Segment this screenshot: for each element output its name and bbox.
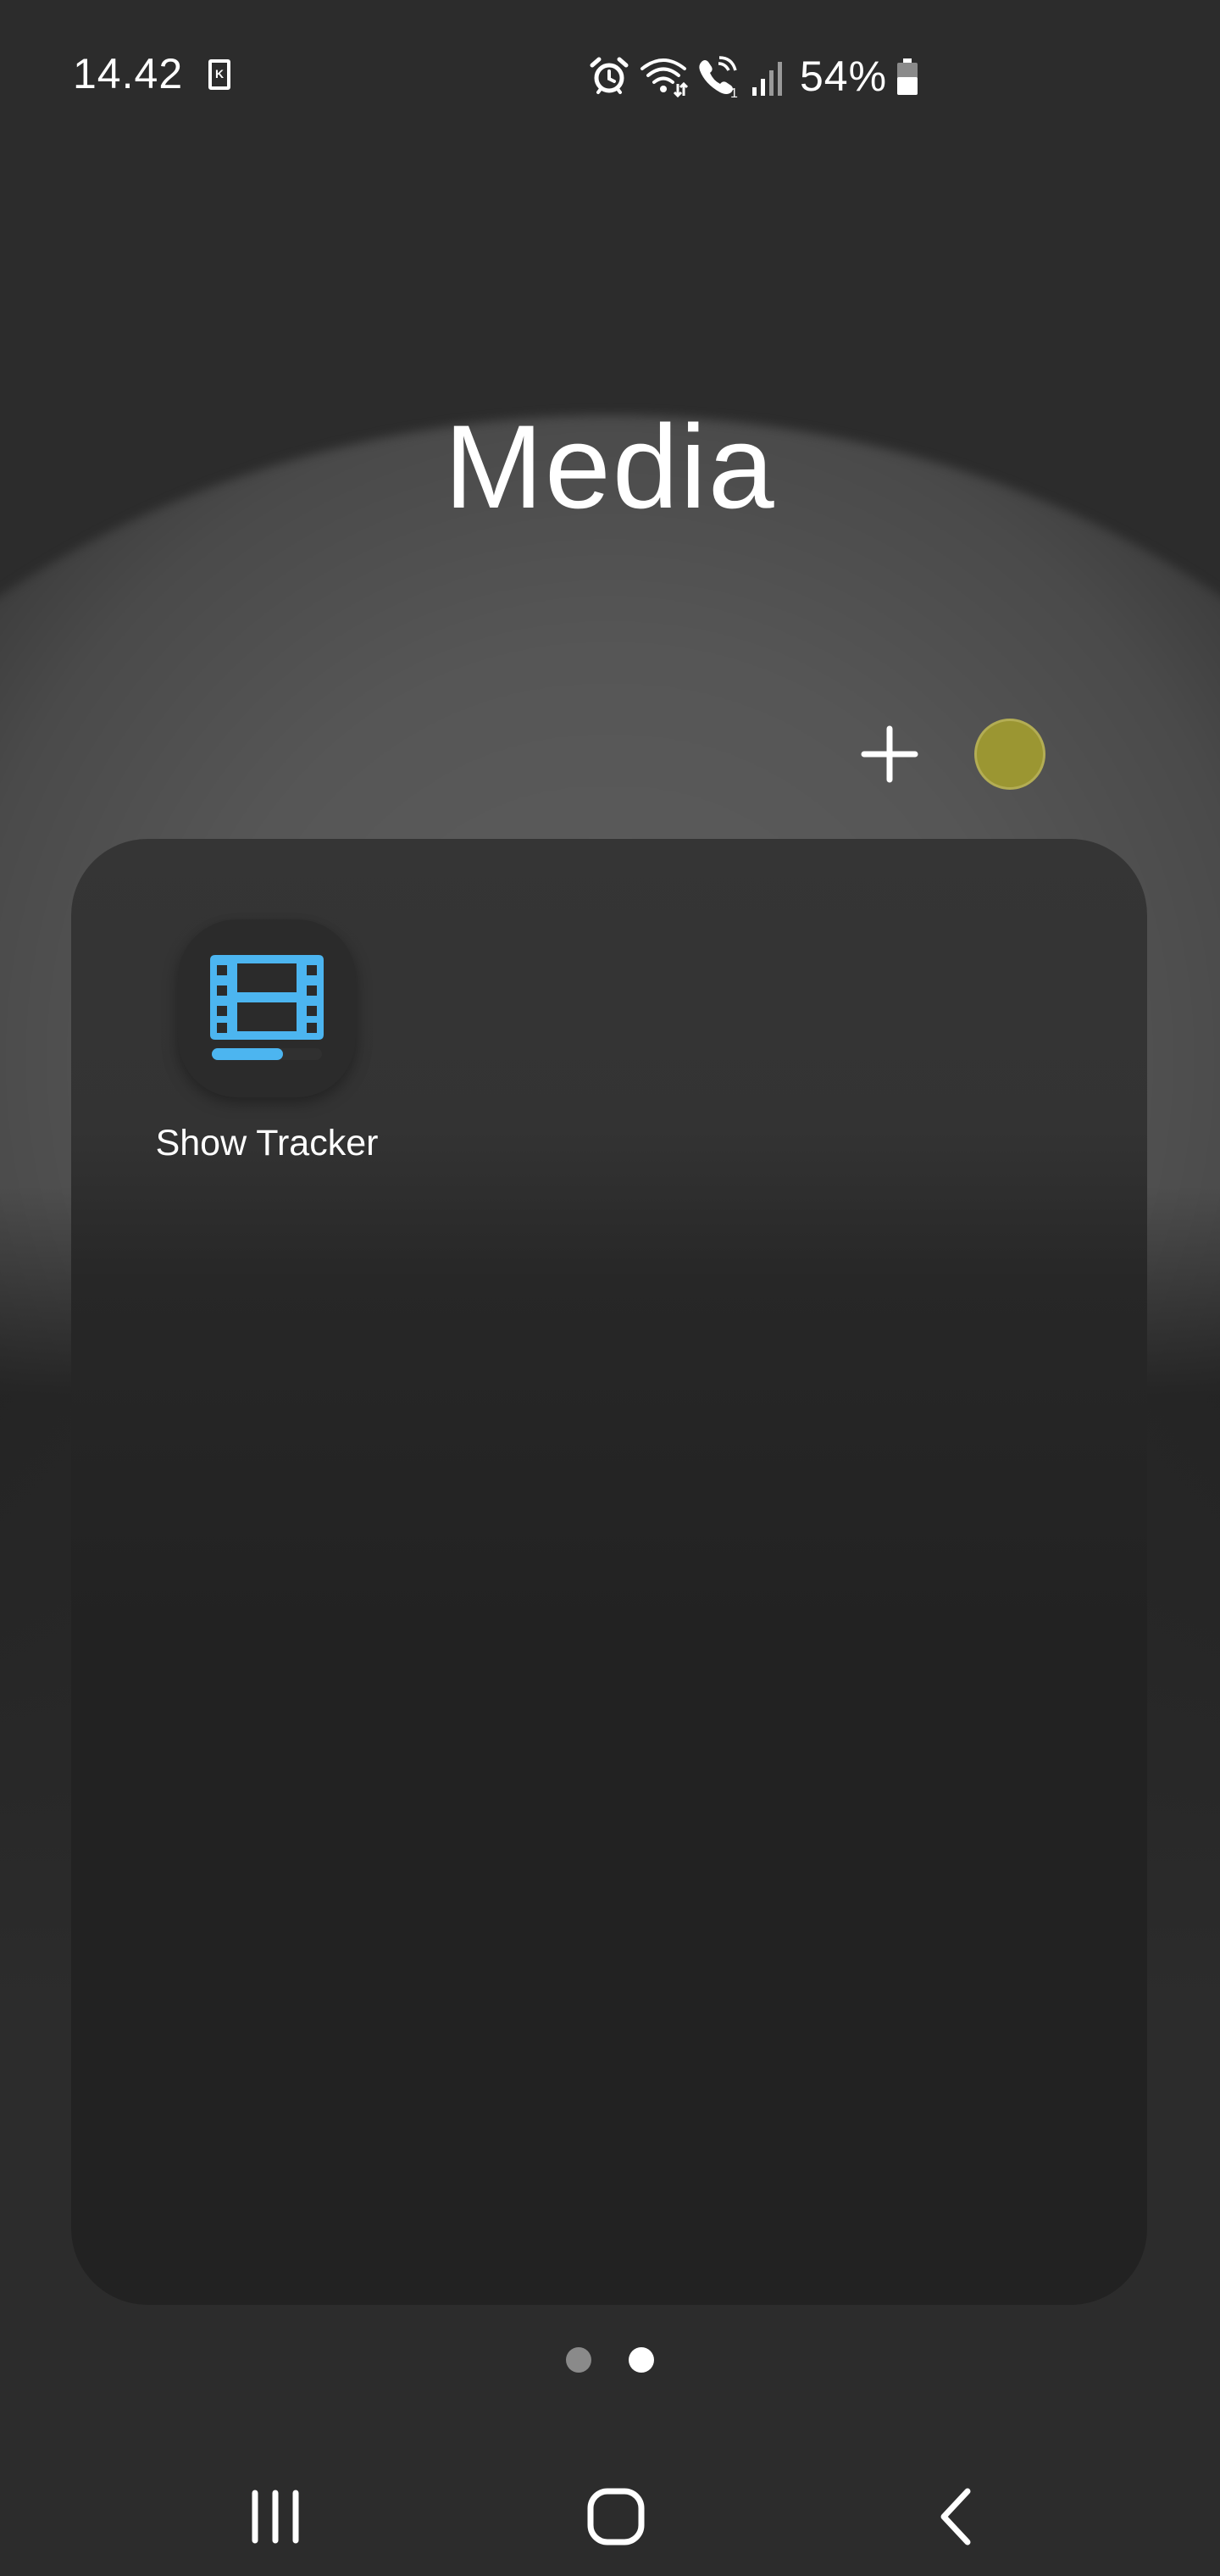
back-button[interactable] [915,2474,1000,2559]
home-icon [587,2488,645,2545]
recent-apps-button[interactable] [233,2474,318,2559]
home-button[interactable] [574,2474,658,2559]
battery-icon [897,58,918,95]
page-dot-2[interactable] [629,2347,654,2373]
folder-title[interactable]: Media [0,398,1220,536]
recent-apps-icon [252,2490,299,2544]
status-icons: 1 54% [588,49,919,103]
home-screen-folder-view: 14.42 K 1 54% Media Show Tracker [0,0,1220,2576]
app-show-tracker[interactable]: Show Tracker [136,919,398,1191]
sim-card-icon: K [208,59,230,90]
wifi-calling-icon: 1 [699,56,738,97]
navigation-bar [0,2457,1220,2576]
app-icon [178,919,356,1097]
add-apps-button[interactable] [856,720,923,788]
status-time: 14.42 [73,50,184,97]
plus-icon [861,725,918,783]
app-label: Show Tracker [155,1123,379,1163]
wifi-icon [640,58,688,97]
status-bar: 14.42 K 1 54% [0,0,1220,153]
folder-color-button[interactable] [974,719,1045,790]
alarm-icon [590,57,629,94]
battery-percent: 54% [800,53,888,100]
back-icon [940,2488,971,2545]
signal-icon [752,62,782,96]
page-dot-1[interactable] [566,2347,591,2373]
svg-text:1: 1 [730,86,738,97]
film-strip-icon [210,955,324,1060]
page-indicator [0,2347,1220,2381]
